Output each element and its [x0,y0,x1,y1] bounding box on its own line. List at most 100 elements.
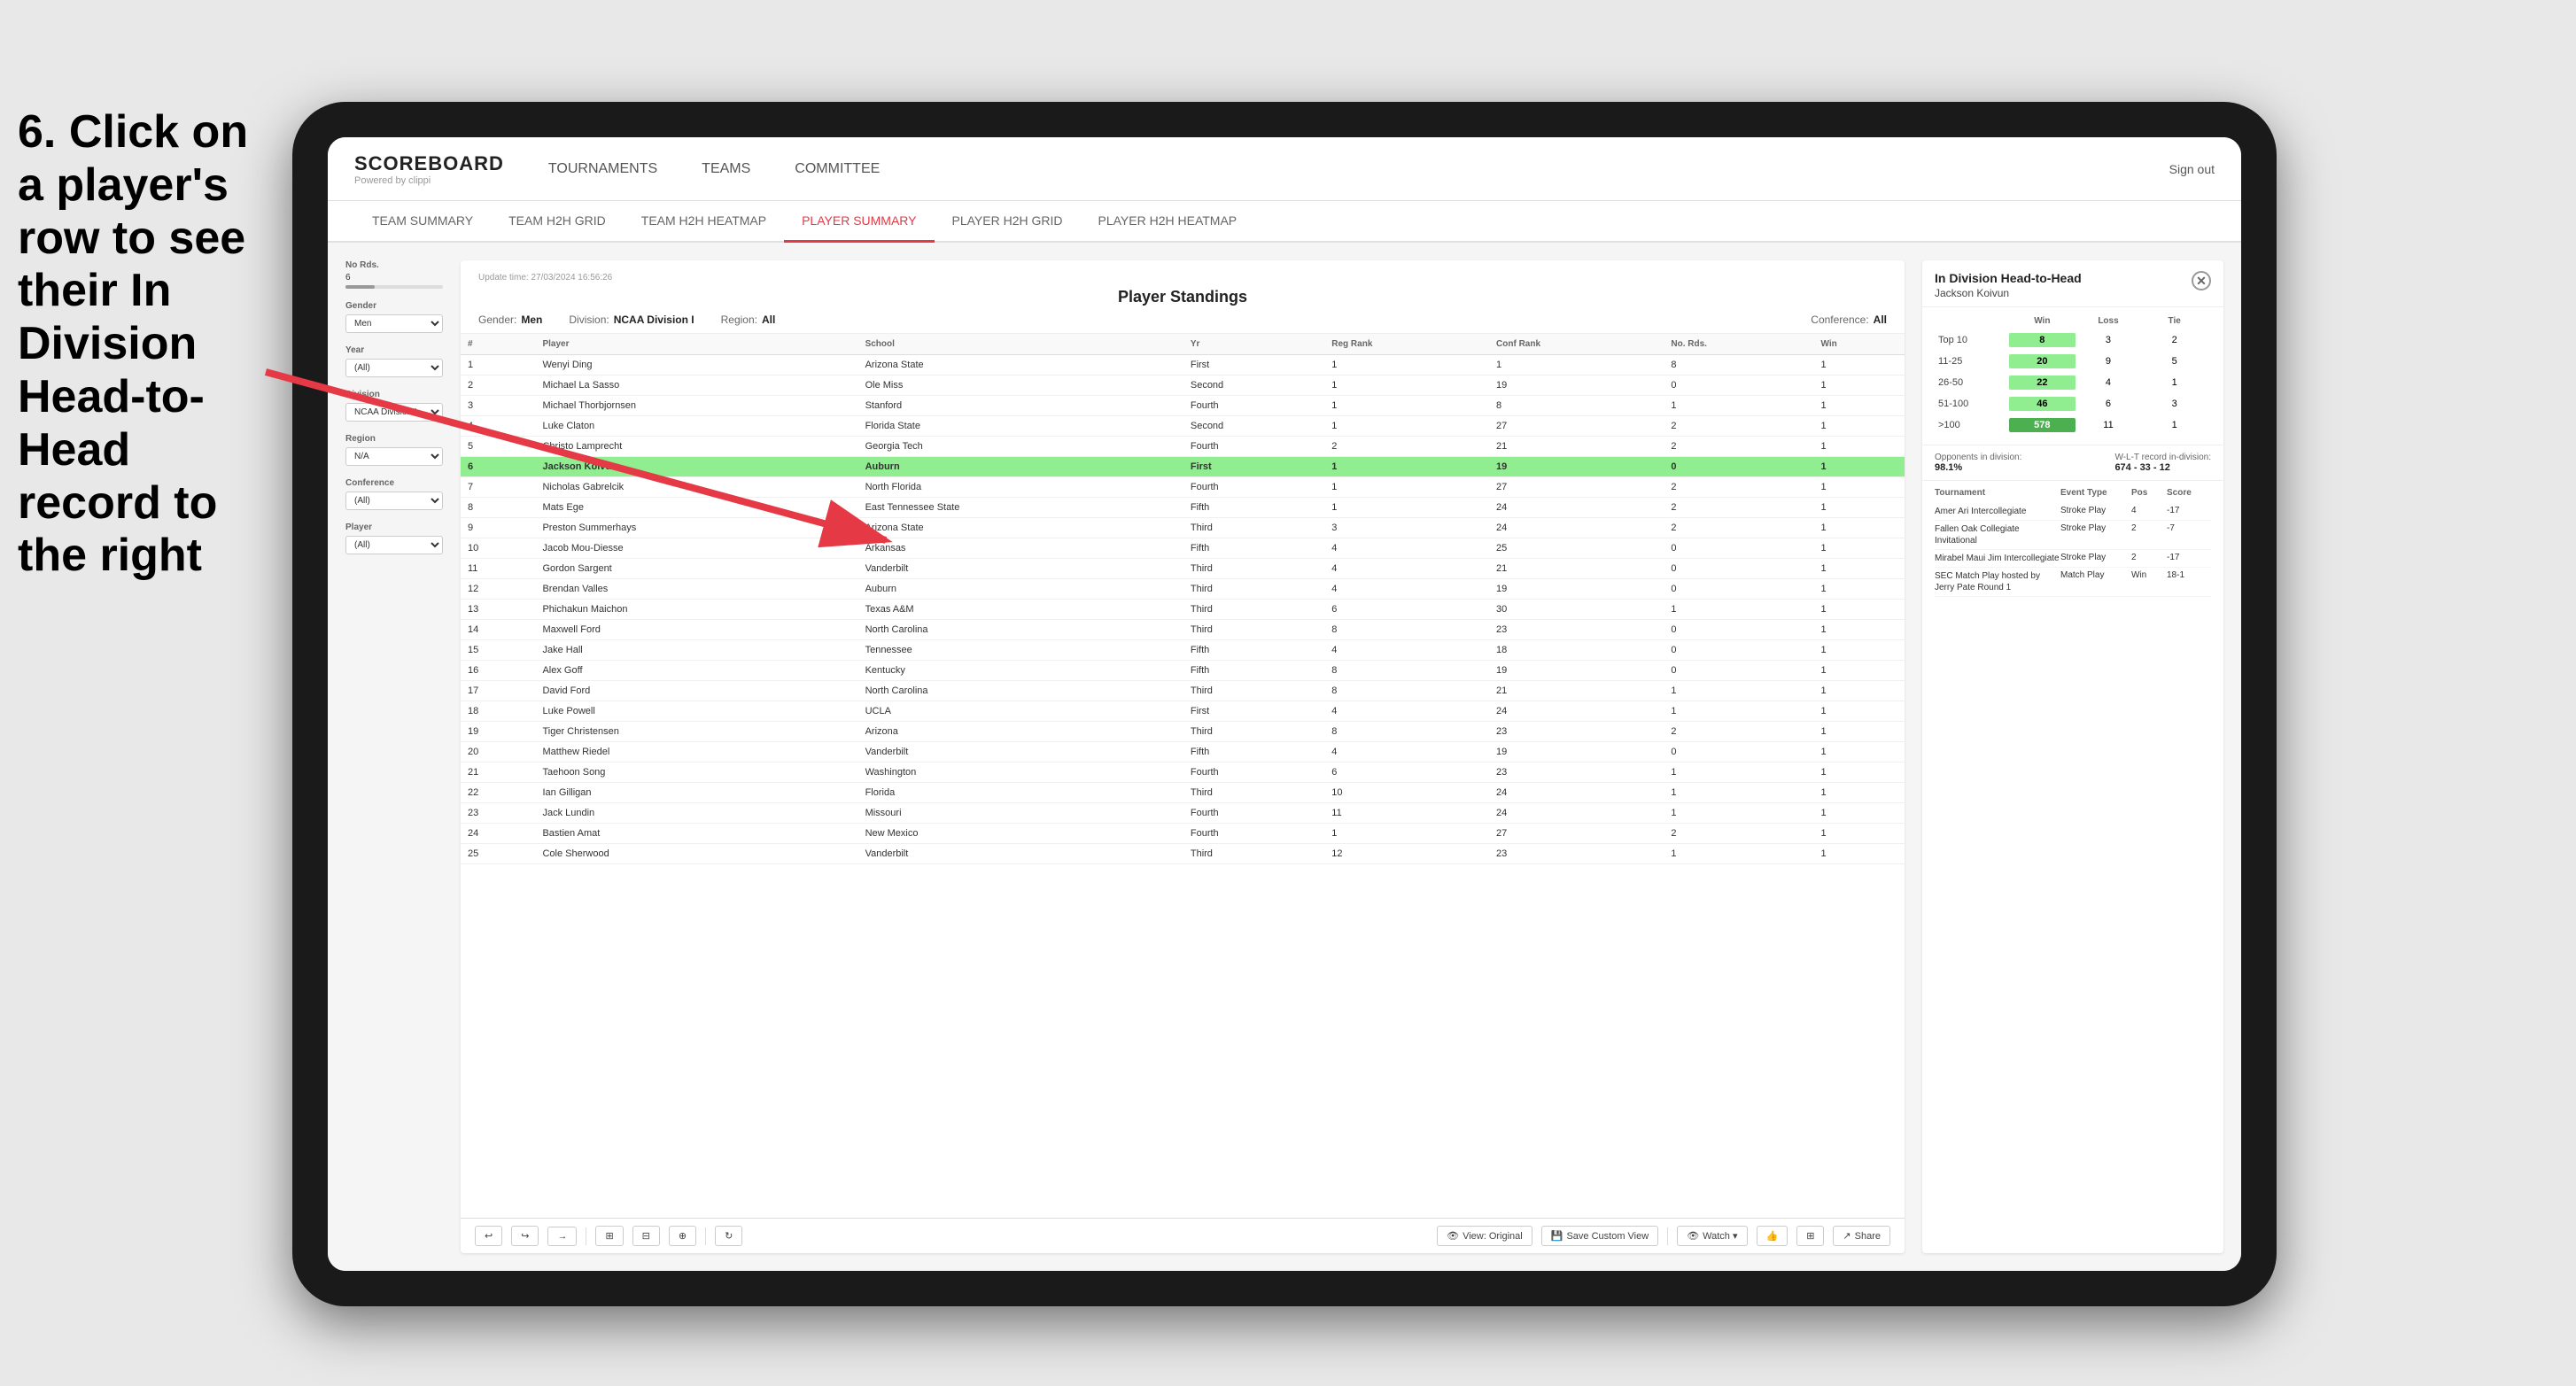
table-row[interactable]: 13 Phichakun Maichon Texas A&M Third 6 3… [461,600,1905,620]
table-row[interactable]: 19 Tiger Christensen Arizona Third 8 23 … [461,722,1905,742]
redo-button[interactable]: ↪ [511,1226,539,1246]
h2h-win-cell: 20 [2009,354,2076,368]
grid-button[interactable]: ⊞ [1796,1226,1824,1246]
table-row[interactable]: 22 Ian Gilligan Florida Third 10 24 1 1 [461,783,1905,803]
table-row[interactable]: 7 Nicholas Gabrelcik North Florida Fourt… [461,477,1905,498]
table-row[interactable]: 14 Maxwell Ford North Carolina Third 8 2… [461,620,1905,640]
cell-rank: 15 [461,640,535,661]
cell-conf-rank: 23 [1489,763,1664,783]
tab-team-summary[interactable]: TEAM SUMMARY [354,201,491,243]
cell-win: 1 [1814,824,1905,844]
watch-button[interactable]: 👁 Watch ▾ [1677,1226,1747,1246]
table-row[interactable]: 18 Luke Powell UCLA First 4 24 1 1 [461,701,1905,722]
table-row[interactable]: 5 Christo Lamprecht Georgia Tech Fourth … [461,437,1905,457]
h2h-tie-cell: 5 [2141,356,2207,367]
tournament-score: -7 [2167,523,2211,533]
table-row[interactable]: 3 Michael Thorbjornsen Stanford Fourth 1… [461,396,1905,416]
tab-player-summary[interactable]: PLAYER SUMMARY [784,201,934,243]
sign-out-link[interactable]: Sign out [2169,162,2215,176]
view-original-button[interactable]: 👁 View: Original [1437,1226,1532,1246]
cell-win: 1 [1814,722,1905,742]
table-row[interactable]: 12 Brendan Valles Auburn Third 4 19 0 1 [461,579,1905,600]
cell-win: 1 [1814,661,1905,681]
table-row[interactable]: 25 Cole Sherwood Vanderbilt Third 12 23 … [461,844,1905,864]
tab-player-h2h-heatmap[interactable]: PLAYER H2H HEATMAP [1081,201,1255,243]
table-row[interactable]: 24 Bastien Amat New Mexico Fourth 1 27 2… [461,824,1905,844]
thumbs-up-button[interactable]: 👍 [1757,1226,1788,1246]
h2h-rank-label: 11-25 [1938,356,2009,367]
table-row[interactable]: 15 Jake Hall Tennessee Fifth 4 18 0 1 [461,640,1905,661]
cell-year: Fourth [1183,437,1324,457]
table-row[interactable]: 2 Michael La Sasso Ole Miss Second 1 19 … [461,376,1905,396]
cell-year: Fifth [1183,742,1324,763]
filter-division-select[interactable]: NCAA Division I [345,403,443,422]
rounds-slider[interactable] [345,285,443,289]
tab-team-h2h-grid[interactable]: TEAM H2H GRID [491,201,624,243]
save-custom-button[interactable]: 💾 Save Custom View [1541,1226,1658,1246]
table-row[interactable]: 16 Alex Goff Kentucky Fifth 8 19 0 1 [461,661,1905,681]
filter-player: Player (All) [345,523,443,554]
cell-conf-rank: 24 [1489,803,1664,824]
table-row[interactable]: 17 David Ford North Carolina Third 8 21 … [461,681,1905,701]
share-button[interactable]: ↗ Share [1833,1226,1890,1246]
filter-player-label: Player [345,523,443,532]
paste-button[interactable]: ⊟ [632,1226,660,1246]
filter-year-select[interactable]: (All) [345,359,443,377]
cell-year: Fourth [1183,763,1324,783]
forward-button[interactable]: → [547,1227,577,1246]
h2h-tie-cell: 3 [2141,399,2207,409]
table-row[interactable]: 8 Mats Ege East Tennessee State Fifth 1 … [461,498,1905,518]
cell-player: Alex Goff [535,661,857,681]
cell-year: Fourth [1183,477,1324,498]
table-row[interactable]: 21 Taehoon Song Washington Fourth 6 23 1… [461,763,1905,783]
col-pos: Pos [2131,488,2167,498]
more-button[interactable]: ⊕ [669,1226,696,1246]
cell-no-rds: 1 [1664,844,1813,864]
rounds-control: No Rds. 6 [345,260,443,289]
nav-teams[interactable]: TEAMS [702,157,750,182]
cell-school: Washington [858,763,1183,783]
cell-no-rds: 0 [1664,376,1813,396]
undo-button[interactable]: ↩ [475,1226,502,1246]
filter-conference-select[interactable]: (All) [345,492,443,510]
table-row[interactable]: 6 Jackson Koivun Auburn First 1 19 0 1 [461,457,1905,477]
cell-player: Ian Gilligan [535,783,857,803]
cell-win: 1 [1814,437,1905,457]
tournament-pos: 4 [2131,506,2167,515]
tab-player-h2h-grid[interactable]: PLAYER H2H GRID [935,201,1081,243]
table-row[interactable]: 20 Matthew Riedel Vanderbilt Fifth 4 19 … [461,742,1905,763]
table-row[interactable]: 23 Jack Lundin Missouri Fourth 11 24 1 1 [461,803,1905,824]
nav-tournaments[interactable]: TOURNAMENTS [548,157,657,182]
table-row[interactable]: 10 Jacob Mou-Diesse Arkansas Fifth 4 25 … [461,538,1905,559]
filter-year-label: Year [345,345,443,355]
table-row[interactable]: 1 Wenyi Ding Arizona State First 1 1 8 1 [461,355,1905,376]
cell-rank: 7 [461,477,535,498]
table-row[interactable]: 11 Gordon Sargent Vanderbilt Third 4 21 … [461,559,1905,579]
filter-player-select[interactable]: (All) [345,536,443,554]
cell-win: 1 [1814,457,1905,477]
h2h-tournaments-header: Tournament Event Type Pos Score [1935,488,2211,498]
cell-no-rds: 0 [1664,538,1813,559]
cell-player: Luke Claton [535,416,857,437]
table-row[interactable]: 9 Preston Summerhays Arizona State Third… [461,518,1905,538]
h2h-rank-label: >100 [1938,420,2009,430]
cell-no-rds: 1 [1664,681,1813,701]
cell-no-rds: 2 [1664,416,1813,437]
table-row[interactable]: 4 Luke Claton Florida State Second 1 27 … [461,416,1905,437]
cell-no-rds: 8 [1664,355,1813,376]
h2h-record-section: W-L-T record in-division: 674 - 33 - 12 [2114,453,2211,473]
cell-rank: 19 [461,722,535,742]
close-button[interactable]: ✕ [2192,271,2211,290]
tab-team-h2h-heatmap[interactable]: TEAM H2H HEATMAP [624,201,784,243]
save-icon: 💾 [1551,1230,1563,1242]
nav-committee[interactable]: COMMITTEE [795,157,880,182]
h2h-col-win: Win [2009,316,2076,326]
cell-player: Jack Lundin [535,803,857,824]
copy-button[interactable]: ⊞ [595,1226,623,1246]
refresh-button[interactable]: ↻ [715,1226,742,1246]
filter-gender-select[interactable]: Men [345,314,443,333]
h2h-stats: Opponents in division: 98.1% W-L-T recor… [1922,445,2223,481]
h2h-loss-cell: 3 [2076,335,2142,345]
cell-rank: 16 [461,661,535,681]
filter-region-select[interactable]: N/A [345,447,443,466]
